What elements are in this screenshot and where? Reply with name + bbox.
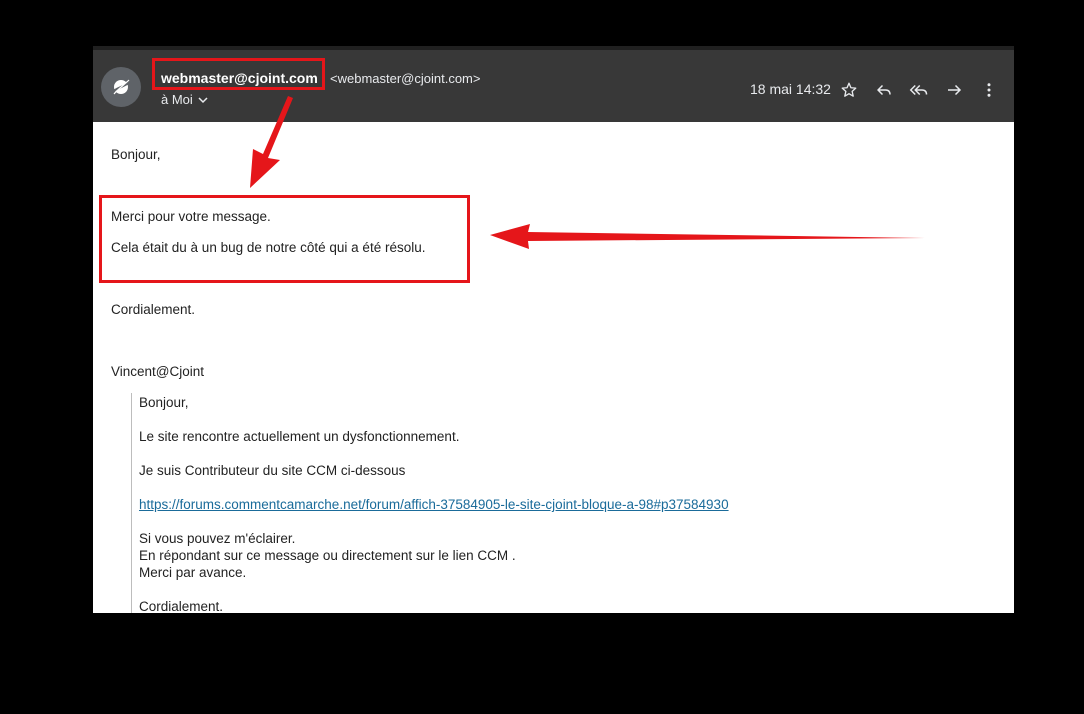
- recipient-label: à Moi: [161, 92, 193, 107]
- message-line-1: Merci pour votre message.: [111, 209, 271, 224]
- forward-button[interactable]: [942, 78, 966, 102]
- quoted-line-3: Si vous pouvez m'éclairer.: [139, 531, 296, 546]
- message-line-2: Cela était du à un bug de notre côté qui…: [111, 240, 426, 255]
- quoted-line-4: En répondant sur ce message ou directeme…: [139, 548, 516, 563]
- quoted-message: Bonjour, Le site rencontre actuellement …: [131, 393, 971, 613]
- star-button[interactable]: [837, 78, 861, 102]
- reply-button[interactable]: [872, 78, 896, 102]
- email-actions: [837, 78, 1001, 102]
- closing: Cordialement.: [111, 302, 196, 317]
- more-options-button[interactable]: [977, 78, 1001, 102]
- sender-address: <webmaster@cjoint.com>: [330, 71, 481, 86]
- quoted-greeting: Bonjour,: [139, 395, 189, 410]
- quoted-line-1: Le site rencontre actuellement un dysfon…: [139, 429, 460, 444]
- star-icon: [841, 82, 857, 97]
- recipient-toggle[interactable]: à Moi: [161, 92, 209, 107]
- more-vert-icon: [987, 83, 991, 97]
- quoted-line-2: Je suis Contributeur du site CCM ci-dess…: [139, 463, 406, 478]
- greeting: Bonjour,: [111, 147, 161, 162]
- email-view: webmaster@cjoint.com <webmaster@cjoint.c…: [93, 46, 1014, 613]
- cjoint-logo-icon: [111, 79, 131, 95]
- forward-icon: [948, 84, 962, 96]
- reply-all-button[interactable]: [907, 78, 931, 102]
- reply-all-icon: [909, 84, 928, 96]
- sender-name[interactable]: webmaster@cjoint.com: [161, 70, 318, 86]
- reply-icon: [877, 84, 891, 96]
- quoted-ccm-link[interactable]: https://forums.commentcamarche.net/forum…: [139, 497, 729, 512]
- signature: Vincent@Cjoint: [111, 364, 205, 379]
- email-date: 18 mai 14:32: [750, 81, 831, 97]
- email-header: webmaster@cjoint.com <webmaster@cjoint.c…: [93, 46, 1014, 122]
- chevron-down-icon: [198, 96, 208, 103]
- quoted-line-5: Merci par avance.: [139, 565, 247, 580]
- quoted-closing: Cordialement.: [139, 599, 224, 613]
- sender-avatar[interactable]: [101, 67, 141, 107]
